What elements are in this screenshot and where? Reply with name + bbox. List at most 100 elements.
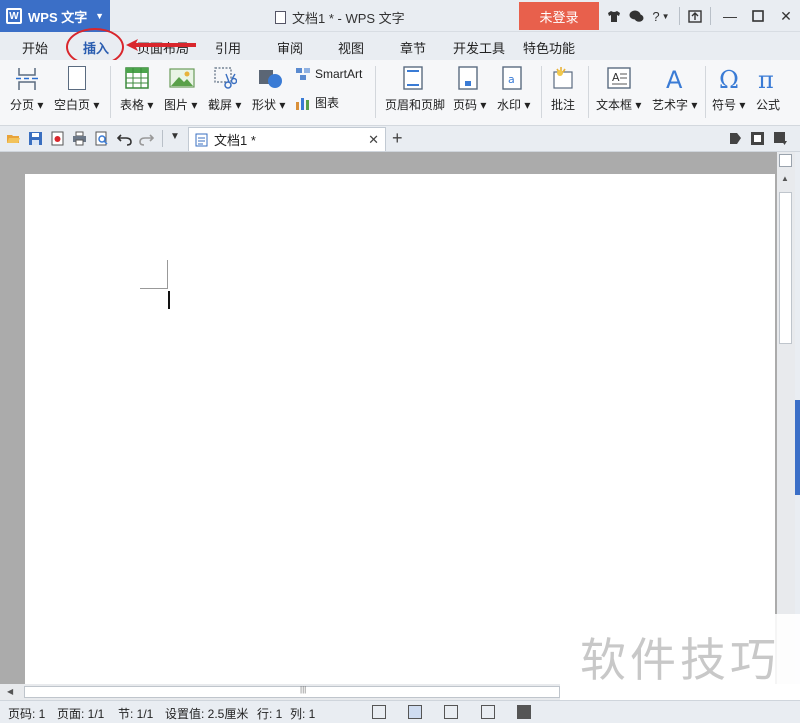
picture-button[interactable]: 图片 ▾: [164, 66, 197, 113]
table-icon: [124, 66, 149, 92]
split-view-icon[interactable]: [779, 154, 792, 167]
layout-icon[interactable]: [728, 131, 743, 146]
table-label: 表格: [120, 98, 145, 112]
title-bar: W WPS 文字 ▼ 文档1 * - WPS 文字 未登录 ? ▼ — ✕: [0, 0, 800, 32]
scroll-grip-icon: |||: [300, 685, 307, 694]
divider: [162, 130, 163, 147]
status-bar: 页码: 1 页面: 1/1 节: 1/1 设置值: 2.5厘米 行: 1 列: …: [0, 700, 800, 723]
print-preview-icon[interactable]: [94, 131, 109, 146]
export-pdf-icon[interactable]: [50, 131, 65, 146]
blank-page-button[interactable]: 空白页 ▾: [54, 66, 99, 113]
horizontal-scrollbar[interactable]: ◀ |||: [0, 684, 560, 700]
app-name: WPS 文字: [28, 9, 88, 25]
symbol-label: 符号: [712, 98, 737, 112]
table-button[interactable]: 表格 ▾: [120, 66, 153, 113]
page-view-icon[interactable]: [408, 705, 422, 719]
tab-sections[interactable]: 章节: [400, 38, 426, 57]
tab-review[interactable]: 审阅: [277, 38, 303, 57]
minimize-icon[interactable]: —: [716, 0, 744, 32]
svg-text:A: A: [612, 71, 620, 84]
vertical-scroll-thumb[interactable]: [779, 192, 792, 344]
textbox-button[interactable]: A 文本框 ▾: [596, 66, 641, 113]
smartart-label: SmartArt: [315, 67, 363, 81]
screenshot-label: 截屏: [208, 98, 233, 112]
blank-page-label: 空白页: [54, 98, 91, 112]
smartart-button[interactable]: SmartArt: [295, 67, 362, 81]
shape-button[interactable]: 形状 ▾: [252, 66, 285, 113]
divider: [710, 7, 711, 25]
login-button[interactable]: 未登录: [519, 2, 599, 30]
help-icon[interactable]: ? ▼: [647, 0, 675, 32]
customize-dropdown-icon[interactable]: ▼: [170, 131, 180, 142]
save-icon[interactable]: [28, 131, 43, 146]
wordart-icon: A: [663, 66, 687, 94]
tab-developer[interactable]: 开发工具: [453, 38, 505, 57]
vertical-scrollbar[interactable]: ▲: [777, 152, 795, 684]
wordart-button[interactable]: A 艺术字 ▾: [652, 66, 697, 113]
page-break-label: 分页: [10, 98, 35, 112]
new-tab-icon[interactable]: +: [392, 128, 403, 149]
reading-view-icon[interactable]: [517, 705, 531, 719]
divider: [541, 66, 542, 118]
close-tab-icon[interactable]: ✕: [368, 132, 379, 148]
comment-button[interactable]: 批注: [551, 66, 575, 113]
print-icon[interactable]: [72, 131, 87, 146]
watermark-label: 水印: [497, 98, 522, 112]
wps-logo-icon: W: [6, 8, 22, 24]
comment-label: 批注: [551, 98, 576, 112]
chart-button[interactable]: 图表: [295, 94, 339, 111]
window-mode-icon[interactable]: [750, 131, 765, 146]
textbox-icon: A: [606, 66, 631, 92]
pi-icon: π: [756, 66, 780, 94]
status-row: 行: 1: [257, 707, 283, 721]
shape-label: 形状: [252, 98, 277, 112]
side-panel-toggle[interactable]: [795, 400, 800, 495]
document-tab[interactable]: 文档1 * ✕: [188, 127, 386, 151]
omega-icon: Ω: [717, 66, 741, 94]
tab-references[interactable]: 引用: [215, 38, 241, 57]
title-icons: ? ▼: [603, 0, 715, 32]
divider: [705, 66, 706, 118]
maximize-icon[interactable]: [744, 0, 772, 32]
scissors-icon: [213, 66, 237, 92]
undo-icon[interactable]: [117, 131, 132, 146]
svg-text:A: A: [666, 66, 683, 92]
horizontal-scroll-thumb[interactable]: [24, 686, 560, 698]
tab-view[interactable]: 视图: [338, 38, 364, 57]
close-icon[interactable]: ✕: [772, 0, 800, 32]
screenshot-button[interactable]: 截屏 ▾: [208, 66, 241, 113]
tshirt-icon[interactable]: [603, 0, 625, 32]
outline-view-icon[interactable]: [444, 705, 458, 719]
page-number-button[interactable]: 页码 ▾: [453, 66, 486, 113]
redo-icon[interactable]: [139, 131, 154, 146]
open-folder-icon[interactable]: [6, 131, 21, 146]
divider: [375, 66, 376, 118]
window-title-text: 文档1 * - WPS 文字: [292, 11, 405, 26]
symbol-button[interactable]: Ω 符号 ▾: [712, 66, 745, 113]
minimize-ribbon-icon[interactable]: [684, 0, 706, 32]
margin-marker: [167, 260, 168, 288]
formula-label: 公式: [756, 98, 781, 112]
text-cursor: [168, 291, 170, 309]
tab-menu-icon[interactable]: [773, 131, 788, 146]
chat-icon[interactable]: [625, 0, 647, 32]
wordart-label: 艺术字: [652, 98, 689, 112]
header-footer-button[interactable]: 页眉和页脚: [385, 66, 445, 113]
formula-button[interactable]: π 公式: [756, 66, 780, 113]
svg-text:Ω: Ω: [719, 66, 739, 92]
textbox-label: 文本框: [596, 98, 633, 112]
picture-icon: [169, 66, 195, 92]
document-workspace: [0, 152, 777, 694]
header-footer-icon: [403, 66, 427, 92]
chart-label: 图表: [315, 96, 340, 110]
tab-special-features[interactable]: 特色功能: [523, 38, 575, 57]
tab-home[interactable]: 开始: [22, 38, 48, 57]
scroll-left-icon[interactable]: ◀: [7, 687, 13, 696]
header-footer-label: 页眉和页脚: [385, 98, 446, 112]
page-break-button[interactable]: 分页 ▾: [10, 66, 43, 113]
watermark-button[interactable]: a 水印 ▾: [497, 66, 530, 113]
fullscreen-icon[interactable]: [372, 705, 386, 719]
scroll-up-icon[interactable]: ▲: [781, 174, 789, 183]
page-number-label: 页码: [453, 98, 478, 112]
web-view-icon[interactable]: [481, 705, 495, 719]
